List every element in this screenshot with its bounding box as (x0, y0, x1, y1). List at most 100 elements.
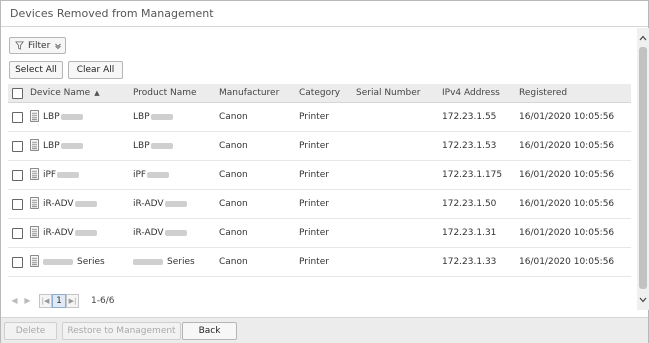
redacted-text (74, 201, 97, 207)
cell-registered: 16/01/2020 10:05:56 (519, 228, 615, 238)
product-name-text: LBP (133, 112, 150, 122)
redacted-text (164, 230, 187, 236)
sort-up-icon: ▲ (94, 89, 100, 97)
cell-product-name: Series (133, 248, 195, 276)
cell-ipv4-address: 172.23.1.53 (442, 141, 497, 151)
cell-ipv4-address: 172.23.1.50 (442, 199, 497, 209)
cell-product-name: iPF (133, 161, 170, 189)
cell-manufacturer: Canon (219, 170, 248, 180)
cell-device-name: iR-ADV (30, 190, 97, 218)
cell-device-name: iPF (30, 161, 80, 189)
dialog-title-bar: Devices Removed from Management (1, 1, 648, 27)
table-row[interactable]: iR-ADV iR-ADV Canon Printer 172.23.1.31 16/01… (8, 219, 631, 248)
cell-ipv4-address: 172.23.1.55 (442, 112, 497, 122)
printer-device-icon (30, 254, 39, 270)
table-row[interactable]: LBP LBP Canon Printer 172.23.1.55 16/01/2020 … (8, 103, 631, 132)
cell-category: Printer (299, 170, 329, 180)
redacted-text (133, 259, 163, 265)
table-body: LBP LBP Canon Printer 172.23.1.55 16/01/2020 … (8, 103, 631, 277)
cell-product-name: LBP (133, 103, 173, 131)
next-page-icon[interactable]: ▶ (21, 294, 34, 308)
redacted-text (60, 143, 83, 149)
cell-registered: 16/01/2020 10:05:56 (519, 170, 615, 180)
redacted-text (43, 259, 73, 265)
row-checkbox[interactable] (12, 256, 23, 268)
product-name-text: LBP (133, 141, 150, 151)
scroll-down-icon[interactable] (637, 292, 649, 308)
device-name-text: LBP (43, 141, 60, 151)
cell-product-name: LBP (133, 132, 173, 160)
cell-device-name: LBP (30, 132, 83, 160)
restore-to-management-button[interactable]: Restore to Management (62, 322, 181, 340)
product-name-text: iPF (133, 170, 147, 180)
cell-device-name: Series (30, 248, 105, 276)
cell-manufacturer: Canon (219, 228, 248, 238)
cell-product-name: iR-ADV (133, 190, 187, 218)
previous-page-icon[interactable]: ◀ (8, 294, 21, 308)
scrollbar-thumb[interactable] (639, 47, 647, 289)
table-row[interactable]: iR-ADV iR-ADV Canon Printer 172.23.1.50 16/01… (8, 190, 631, 219)
row-checkbox[interactable] (12, 198, 23, 210)
row-checkbox[interactable] (12, 169, 23, 181)
device-name-text: iR-ADV (43, 199, 74, 209)
printer-device-icon (30, 109, 39, 125)
column-header-category[interactable]: Category (299, 84, 340, 102)
row-checkbox[interactable] (12, 140, 23, 152)
table-row[interactable]: iPF iPF Canon Printer 172.23.1.175 16/01/2020… (8, 161, 631, 190)
cell-category: Printer (299, 228, 329, 238)
devices-removed-dialog: Devices Removed from Management Filter S… (0, 0, 649, 343)
cell-ipv4-address: 172.23.1.31 (442, 228, 497, 238)
table-row[interactable]: Series Series Canon Printer 172.23.1.33 16/01… (8, 248, 631, 277)
scroll-up-icon[interactable] (637, 30, 649, 46)
device-name-suffix: Series (77, 257, 105, 267)
cell-ipv4-address: 172.23.1.33 (442, 257, 497, 267)
table-row[interactable]: LBP LBP Canon Printer 172.23.1.53 16/01/2020 … (8, 132, 631, 161)
delete-button[interactable]: Delete (4, 322, 57, 340)
printer-device-icon (30, 196, 39, 212)
clear-all-button[interactable]: Clear All (68, 61, 123, 79)
dialog-content: Filter Select All Clear All Device Name … (1, 27, 637, 317)
filter-button[interactable]: Filter (9, 37, 66, 54)
device-name-text: LBP (43, 112, 60, 122)
cell-device-name: LBP (30, 103, 83, 131)
printer-device-icon (30, 138, 39, 154)
cell-registered: 16/01/2020 10:05:56 (519, 141, 615, 151)
cell-category: Printer (299, 257, 329, 267)
cell-device-name: iR-ADV (30, 219, 97, 247)
page-range-text: 1-6/6 (91, 295, 115, 306)
column-header-product-name[interactable]: Product Name (133, 84, 197, 102)
first-page-icon[interactable]: |◀ (39, 293, 52, 308)
column-header-serial-number[interactable]: Serial Number (356, 84, 420, 102)
cell-registered: 16/01/2020 10:05:56 (519, 112, 615, 122)
column-header-device-name[interactable]: Device Name ▲ (30, 84, 100, 102)
cell-ipv4-address: 172.23.1.175 (442, 170, 503, 180)
cell-manufacturer: Canon (219, 257, 248, 267)
row-checkbox[interactable] (12, 227, 23, 239)
chevron-down-icon (55, 43, 62, 49)
row-checkbox[interactable] (12, 111, 23, 123)
select-all-button[interactable]: Select All (9, 61, 63, 79)
cell-registered: 16/01/2020 10:05:56 (519, 199, 615, 209)
select-all-checkbox[interactable] (12, 87, 23, 99)
vertical-scrollbar[interactable] (637, 28, 649, 310)
column-header-ipv4-address[interactable]: IPv4 Address (442, 84, 500, 102)
cell-manufacturer: Canon (219, 112, 248, 122)
cell-category: Printer (299, 141, 329, 151)
redacted-text (74, 230, 97, 236)
back-button[interactable]: Back (182, 322, 237, 340)
printer-device-icon (30, 167, 39, 183)
cell-category: Printer (299, 112, 329, 122)
filter-icon (15, 41, 24, 50)
redacted-text (57, 172, 80, 178)
column-header-registered[interactable]: Registered (519, 84, 567, 102)
pagination: ◀ ▶ |◀ 1 ▶| 1-6/6 (8, 292, 114, 309)
last-page-icon[interactable]: ▶| (66, 293, 79, 308)
column-label-device-name: Device Name (30, 88, 91, 98)
column-header-manufacturer[interactable]: Manufacturer (219, 84, 279, 102)
current-page-button[interactable]: 1 (52, 293, 66, 308)
devices-table: Device Name ▲ Product Name Manufacturer … (8, 84, 631, 277)
redacted-text (150, 114, 173, 120)
cell-registered: 16/01/2020 10:05:56 (519, 257, 615, 267)
product-name-suffix: Series (167, 257, 195, 267)
redacted-text (147, 172, 170, 178)
